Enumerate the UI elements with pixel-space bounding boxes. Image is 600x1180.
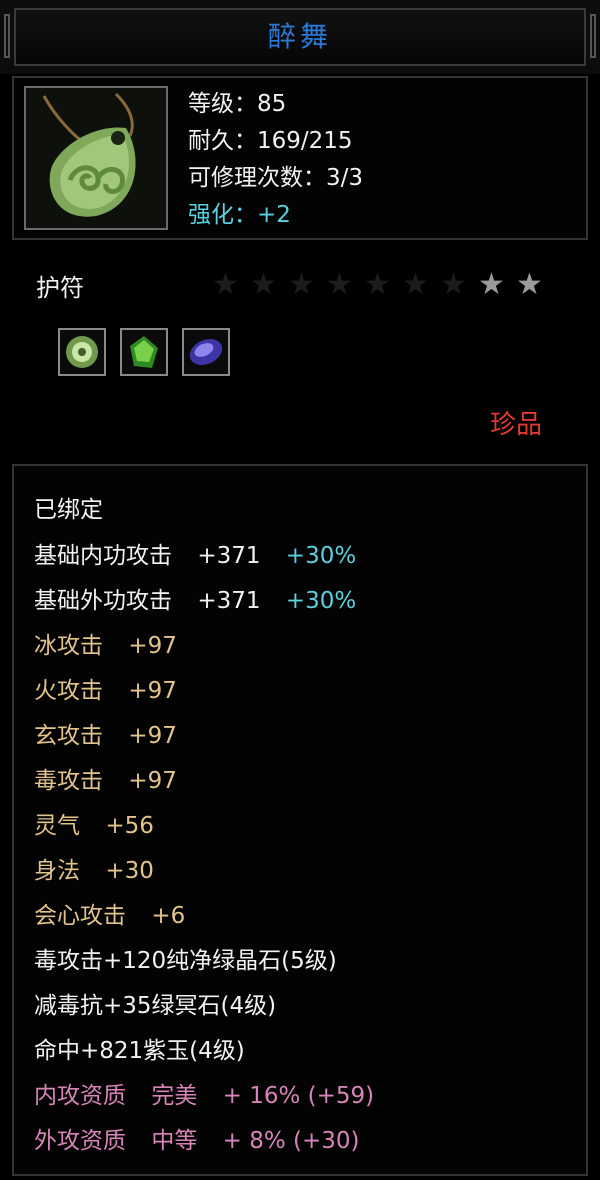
- star-icon: ★: [516, 267, 543, 302]
- durability-text: 耐久：169/215: [188, 128, 353, 154]
- rarity-label: 珍品: [490, 410, 543, 440]
- attr-label: 基础内功攻击: [34, 543, 172, 569]
- attr-value: +97: [128, 768, 177, 794]
- jade-pendant-icon: [24, 86, 168, 230]
- item-type: 护符: [36, 274, 84, 302]
- attr-base-outer: 基础外功攻击 +371 +30%: [34, 581, 356, 621]
- socket-gem-3: 命中+821紫玉(4级): [34, 1038, 245, 1064]
- attr-bonus: +30%: [285, 543, 357, 569]
- jade-disc-gem-icon[interactable]: [58, 328, 106, 376]
- quality-value: + 16% (+59): [222, 1083, 375, 1109]
- star-icon: ★: [326, 267, 353, 302]
- attr-label: 基础外功攻击: [34, 588, 172, 614]
- attr-xuan: 玄攻击 +97: [34, 716, 177, 756]
- socket-gem-2: 减毒抗+35绿冥石(4级): [34, 993, 277, 1019]
- star-icon: ★: [212, 267, 239, 302]
- attr-value: +97: [128, 678, 177, 704]
- quality-grade: 中等: [151, 1128, 198, 1154]
- attr-value: +97: [128, 633, 177, 659]
- item-tooltip: 醉舞 等级：85 耐久：169/215 可修理次数：3/3 强化：+2 护符 ★…: [0, 0, 600, 1180]
- attr-label: 灵气: [34, 813, 80, 839]
- quality-outer: 外攻资质 中等 + 8% (+30): [34, 1121, 360, 1161]
- quality-label: 外攻资质: [34, 1128, 126, 1154]
- attr-bonus: +30%: [285, 588, 357, 614]
- attr-value: +6: [151, 903, 186, 929]
- attr-value: +30: [105, 858, 154, 884]
- bound-status: 已绑定: [34, 497, 103, 523]
- attr-value: +371: [197, 588, 261, 614]
- level-text: 等级：85: [188, 91, 287, 117]
- attr-ice: 冰攻击 +97: [34, 626, 177, 666]
- repair-count-text: 可修理次数：3/3: [188, 165, 364, 191]
- item-name: 醉舞: [267, 20, 332, 53]
- attr-value: +97: [128, 723, 177, 749]
- star-icon: ★: [402, 267, 429, 302]
- attr-base-inner: 基础内功攻击 +371 +30%: [34, 536, 356, 576]
- quality-value: + 8% (+30): [222, 1128, 360, 1154]
- attr-label: 身法: [34, 858, 80, 884]
- enhance-text: 强化：+2: [188, 202, 291, 228]
- attr-value: +56: [105, 813, 154, 839]
- star-icon: ★: [250, 267, 277, 302]
- socket-gem-1: 毒攻击+120纯净绿晶石(5级): [34, 948, 337, 974]
- quality-label: 内攻资质: [34, 1083, 126, 1109]
- attr-label: 冰攻击: [34, 633, 103, 659]
- attr-label: 火攻击: [34, 678, 103, 704]
- purple-jade-gem-icon[interactable]: [182, 328, 230, 376]
- attr-crit: 会心攻击 +6: [34, 896, 185, 936]
- attr-poison: 毒攻击 +97: [34, 761, 177, 801]
- attr-fire: 火攻击 +97: [34, 671, 177, 711]
- attr-label: 会心攻击: [34, 903, 126, 929]
- attr-value: +371: [197, 543, 261, 569]
- attr-label: 毒攻击: [34, 768, 103, 794]
- attr-label: 玄攻击: [34, 723, 103, 749]
- green-crystal-gem-icon[interactable]: [120, 328, 168, 376]
- attr-spirit: 灵气 +56: [34, 806, 154, 846]
- star-icon: ★: [440, 267, 467, 302]
- star-icon: ★: [288, 267, 315, 302]
- star-icon: ★: [478, 267, 505, 302]
- quality-inner: 内攻资质 完美 + 16% (+59): [34, 1076, 374, 1116]
- attr-agility: 身法 +30: [34, 851, 154, 891]
- star-icon: ★: [364, 267, 391, 302]
- quality-grade: 完美: [151, 1083, 198, 1109]
- title-bar: 醉舞: [0, 0, 600, 74]
